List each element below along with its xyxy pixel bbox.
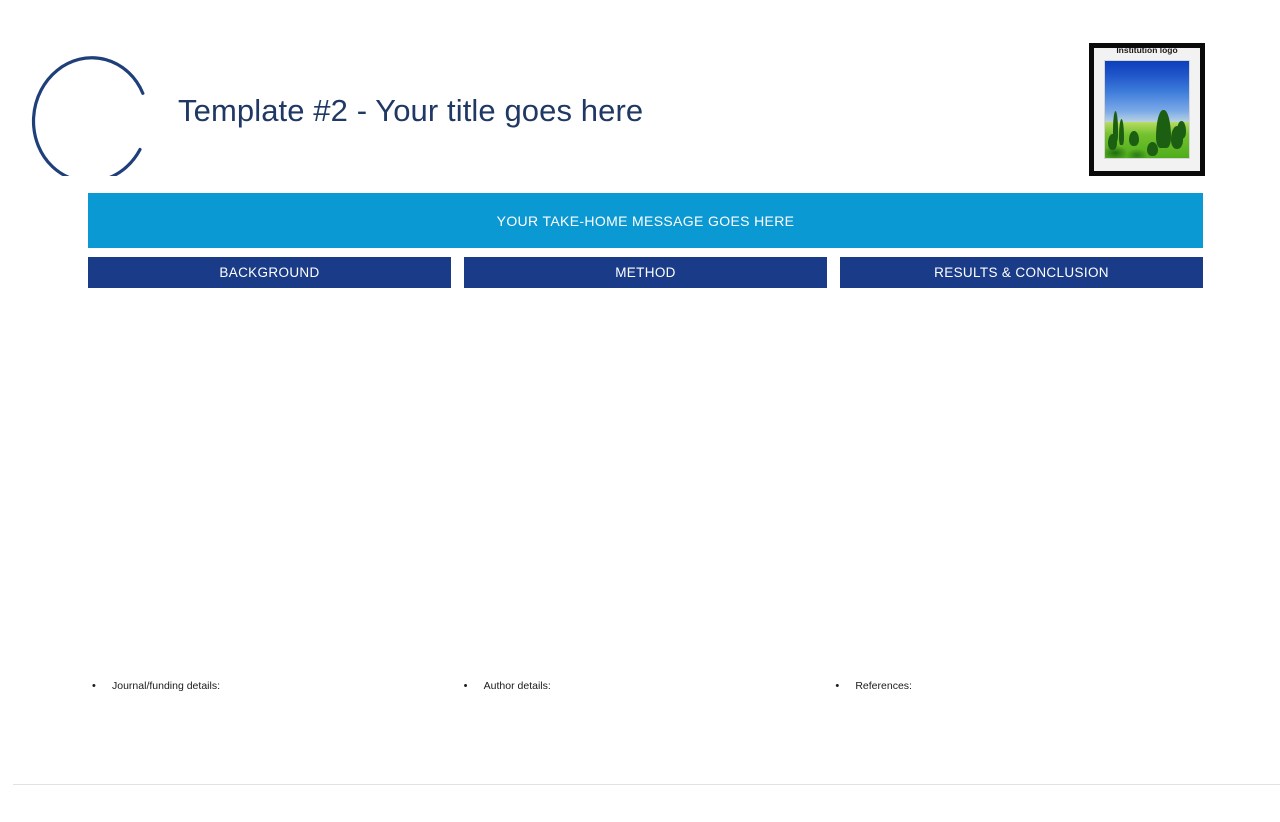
take-home-message-banner: YOUR TAKE-HOME MESSAGE GOES HERE <box>88 193 1203 248</box>
institution-logo-caption: Institution logo <box>1116 48 1178 55</box>
bullet-icon: • <box>835 680 840 692</box>
section-bar-row: BACKGROUND METHOD RESULTS & CONCLUSION <box>88 257 1203 288</box>
take-home-message-text: YOUR TAKE-HOME MESSAGE GOES HERE <box>496 212 795 229</box>
section-bar-method[interactable]: METHOD <box>464 257 827 288</box>
logo-mat: Institution logo <box>1094 48 1200 171</box>
footnote-author-details[interactable]: • Author details: <box>460 679 832 699</box>
section-bar-results-conclusion-label: RESULTS & CONCLUSION <box>934 265 1109 280</box>
bottom-divider <box>13 784 1280 785</box>
page-title: Template #2 - Your title goes here <box>178 93 644 128</box>
decorative-arc-icon <box>29 44 149 184</box>
poster-canvas: Template #2 - Your title goes here Insti… <box>0 0 1280 822</box>
institution-logo-frame: Institution logo <box>1089 43 1205 176</box>
section-bar-results-conclusion[interactable]: RESULTS & CONCLUSION <box>840 257 1203 288</box>
footnote-references-label: References: <box>855 680 912 692</box>
section-bar-method-label: METHOD <box>615 265 676 280</box>
footnote-journal-funding[interactable]: • Journal/funding details: <box>88 679 460 699</box>
poster-content-area[interactable] <box>88 296 1203 666</box>
footnote-journal-funding-label: Journal/funding details: <box>112 680 220 692</box>
bullet-icon: • <box>92 680 96 692</box>
bullet-icon: • <box>463 680 468 692</box>
footnote-author-details-label: Author details: <box>483 680 551 692</box>
section-bar-background[interactable]: BACKGROUND <box>88 257 451 288</box>
section-bar-background-label: BACKGROUND <box>219 265 320 280</box>
footnote-references[interactable]: • References: <box>831 679 1203 699</box>
landscape-photo-icon <box>1104 60 1190 159</box>
footnote-row: • Journal/funding details: • Author deta… <box>88 679 1203 699</box>
